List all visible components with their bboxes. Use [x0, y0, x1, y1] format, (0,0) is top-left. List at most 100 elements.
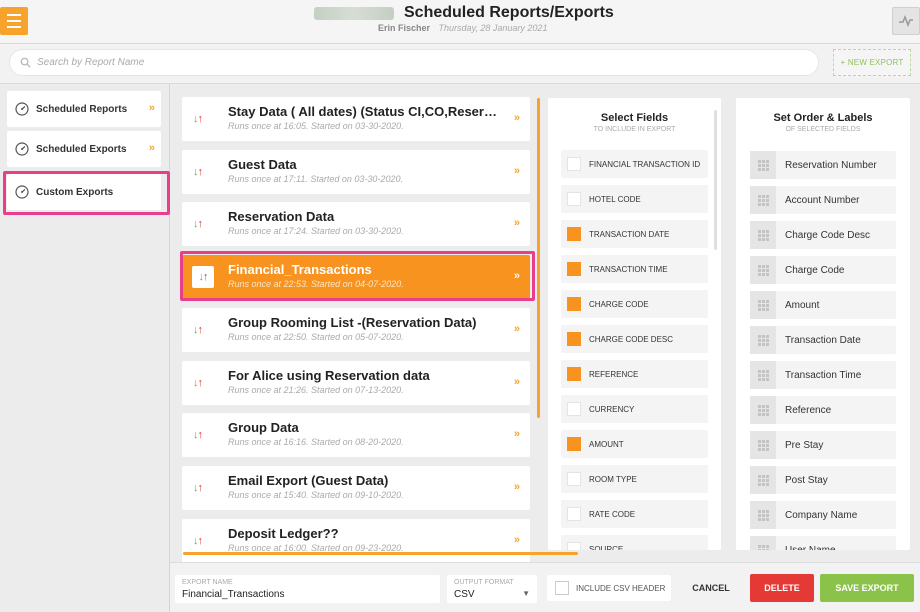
order-labels-panel: Set Order & Labels OF SELECTED FIELDS Re…: [736, 98, 910, 550]
select-fields-scrollbar[interactable]: [714, 110, 717, 250]
field-checkbox[interactable]: [567, 542, 581, 550]
field-checkbox[interactable]: [567, 437, 581, 451]
report-schedule: Runs once at 21:26. Started on 07-13-202…: [228, 384, 404, 395]
report-row[interactable]: ↓↑ Group Data Runs once at 16:16. Started …: [182, 413, 530, 458]
delete-button[interactable]: DELETE: [750, 574, 814, 602]
order-labels-subtitle: OF SELECTED FIELDS: [785, 126, 861, 133]
order-label-row[interactable]: Reference: [750, 396, 896, 424]
report-row[interactable]: ↓↑ Email Export (Guest Data) Runs once at …: [182, 465, 530, 510]
sidebar-item[interactable]: Scheduled Exports »: [7, 131, 161, 167]
field-checkbox[interactable]: [567, 262, 581, 276]
drag-handle-icon[interactable]: [750, 326, 776, 354]
new-export-button[interactable]: + NEW EXPORT: [833, 49, 911, 76]
order-label-row[interactable]: Transaction Time: [750, 361, 896, 389]
field-label: CURRENCY: [589, 404, 635, 414]
report-row[interactable]: ↓↑ Guest Data Runs once at 17:11. Started …: [182, 149, 530, 194]
order-label-row[interactable]: Account Number: [750, 186, 896, 214]
include-csv-header-checkbox[interactable]: [555, 581, 569, 595]
drag-handle-icon[interactable]: [750, 186, 776, 214]
field-label: TRANSACTION TIME: [589, 264, 668, 274]
field-option[interactable]: FINANCIAL TRANSACTION ID: [561, 150, 708, 178]
field-checkbox[interactable]: [567, 402, 581, 416]
report-list-scrollbar[interactable]: [537, 98, 540, 418]
field-option[interactable]: REFERENCE: [561, 360, 708, 388]
drag-handle-icon[interactable]: [750, 256, 776, 284]
drag-handle-icon[interactable]: [750, 291, 776, 319]
field-checkbox[interactable]: [567, 192, 581, 206]
field-checkbox[interactable]: [567, 227, 581, 241]
field-option[interactable]: ROOM TYPE: [561, 465, 708, 493]
report-row[interactable]: ↓↑ For Alice using Reservation data Runs o…: [182, 360, 530, 405]
field-option[interactable]: CHARGE CODE DESC: [561, 325, 708, 353]
field-option[interactable]: HOTEL CODE: [561, 185, 708, 213]
chevron-right-icon: »: [513, 480, 520, 493]
drag-handle-icon[interactable]: [750, 361, 776, 389]
field-option[interactable]: TRANSACTION DATE: [561, 220, 708, 248]
gauge-icon: [15, 102, 29, 116]
export-name-value: Financial_Transactions: [182, 589, 285, 600]
search-input[interactable]: [37, 57, 737, 68]
report-row[interactable]: ↓↑ Reservation Data Runs once at 17:24. St…: [182, 202, 530, 247]
order-label-row[interactable]: Amount: [750, 291, 896, 319]
drag-handle-icon[interactable]: [750, 501, 776, 529]
include-csv-header-toggle[interactable]: INCLUDE CSV HEADER: [547, 575, 671, 601]
report-row[interactable]: ↓↑ Deposit Ledger?? Runs once at 16:00. St…: [182, 518, 530, 562]
field-option[interactable]: SOURCE: [561, 535, 708, 550]
save-export-button[interactable]: SAVE EXPORT: [820, 574, 914, 602]
chevron-right-icon: »: [513, 322, 520, 335]
drag-handle-icon[interactable]: [750, 396, 776, 424]
order-label-row[interactable]: Charge Code: [750, 256, 896, 284]
order-label-row[interactable]: Pre Stay: [750, 431, 896, 459]
field-option[interactable]: RATE CODE: [561, 500, 708, 528]
field-checkbox[interactable]: [567, 157, 581, 171]
order-label-row[interactable]: Reservation Number: [750, 151, 896, 179]
report-schedule: Runs once at 16:16. Started on 08-20-202…: [228, 437, 404, 448]
report-row[interactable]: ↓↑ Group Rooming List -(Reservation Data)…: [182, 307, 530, 352]
activity-icon[interactable]: [892, 7, 920, 35]
drag-handle-icon[interactable]: [750, 431, 776, 459]
report-schedule: Runs once at 22:50. Started on 05-07-202…: [228, 331, 404, 342]
report-row[interactable]: ↓↑ Stay Data ( All dates) (Status CI,CO,R…: [182, 97, 530, 141]
hamburger-icon[interactable]: [0, 7, 28, 35]
field-option[interactable]: TRANSACTION TIME: [561, 255, 708, 283]
drag-handle-icon[interactable]: [750, 466, 776, 494]
output-format-select[interactable]: OUTPUT FORMAT CSV ▼: [447, 575, 537, 603]
drag-handle-icon[interactable]: [750, 536, 776, 550]
field-option[interactable]: AMOUNT: [561, 430, 708, 458]
field-checkbox[interactable]: [567, 472, 581, 486]
report-list-horizontal-scrollbar[interactable]: [183, 552, 578, 555]
drag-handle-icon[interactable]: [750, 151, 776, 179]
report-name: For Alice using Reservation data: [228, 367, 430, 383]
sort-arrows-icon: ↓↑: [193, 165, 203, 178]
order-label-text: Transaction Time: [785, 369, 862, 381]
order-label-row[interactable]: User Name: [750, 536, 896, 550]
order-label-row[interactable]: Transaction Date: [750, 326, 896, 354]
export-name-field[interactable]: EXPORT NAME Financial_Transactions: [175, 575, 440, 603]
order-label-row[interactable]: Post Stay: [750, 466, 896, 494]
sidebar-item[interactable]: Scheduled Reports »: [7, 91, 161, 127]
field-checkbox[interactable]: [567, 332, 581, 346]
drag-handle-icon[interactable]: [750, 221, 776, 249]
order-label-text: Charge Code: [785, 264, 845, 276]
search-box[interactable]: [9, 49, 819, 76]
field-option[interactable]: CURRENCY: [561, 395, 708, 423]
field-label: SOURCE: [589, 544, 624, 551]
chevron-right-icon: »: [513, 112, 520, 124]
order-label-row[interactable]: Company Name: [750, 501, 896, 529]
field-checkbox[interactable]: [567, 507, 581, 521]
report-schedule: Runs once at 15:40. Started on 09-10-202…: [228, 489, 404, 500]
field-checkbox[interactable]: [567, 297, 581, 311]
chevron-right-icon: »: [513, 375, 520, 388]
cancel-button[interactable]: CANCEL: [678, 574, 744, 602]
field-label: CHARGE CODE DESC: [589, 334, 674, 344]
app-header: Scheduled Reports/Exports Erin Fischer T…: [0, 0, 920, 44]
order-label-text: Pre Stay: [785, 439, 824, 451]
field-checkbox[interactable]: [567, 367, 581, 381]
report-list: ↓↑ Stay Data ( All dates) (Status CI,CO,R…: [170, 84, 545, 562]
order-label-text: Company Name: [785, 509, 858, 521]
include-csv-header-label: INCLUDE CSV HEADER: [576, 583, 666, 593]
property-name-redacted: [314, 7, 394, 20]
order-label-row[interactable]: Charge Code Desc: [750, 221, 896, 249]
chevron-right-icon: »: [513, 217, 520, 230]
field-option[interactable]: CHARGE CODE: [561, 290, 708, 318]
